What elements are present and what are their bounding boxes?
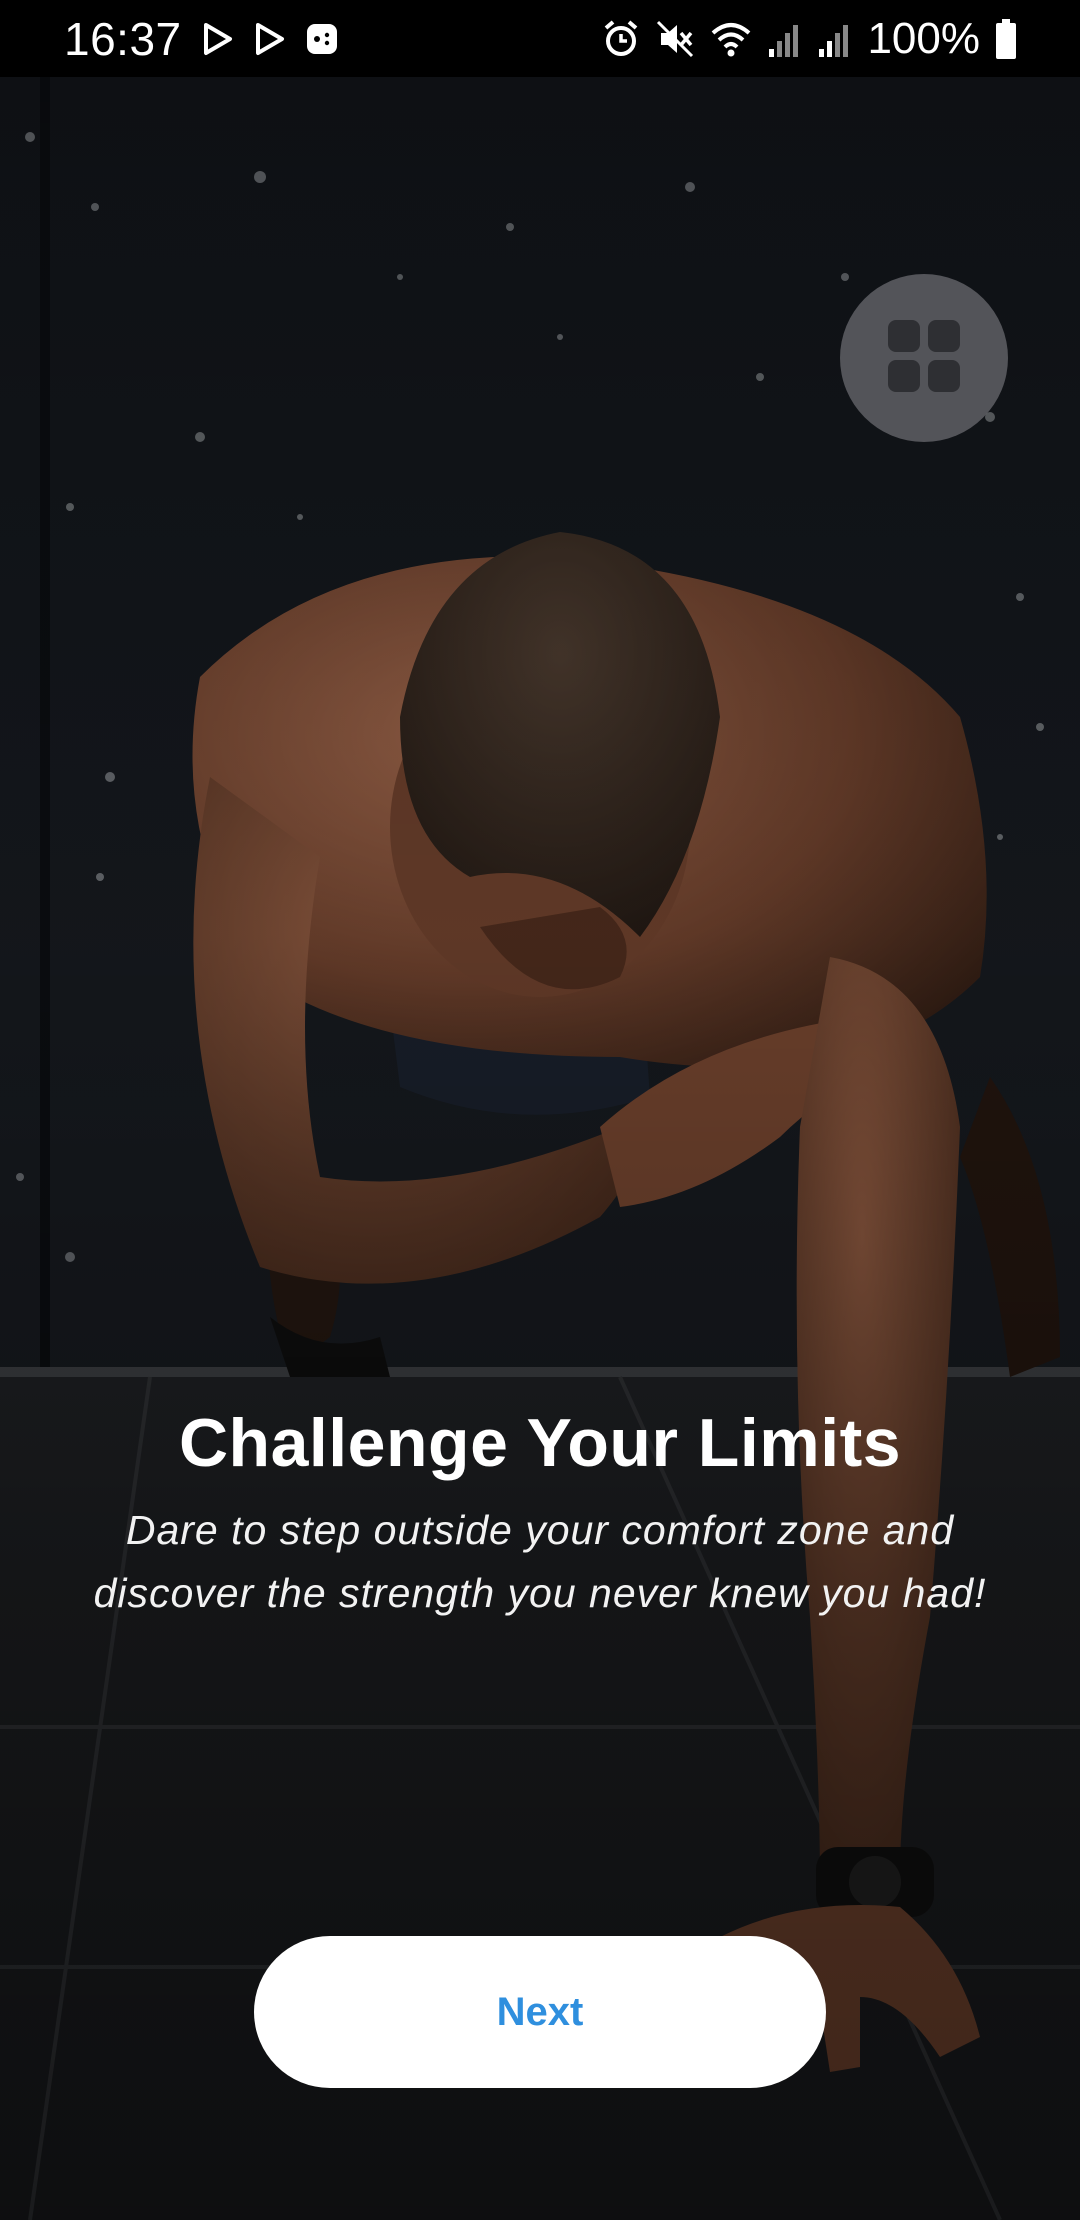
- next-button[interactable]: Next: [254, 1936, 826, 2088]
- status-bar-left: 16:37: [64, 0, 340, 77]
- onboarding-title: Challenge Your Limits: [178, 1405, 902, 1481]
- menu-grid-button[interactable]: [840, 274, 1008, 442]
- wifi-icon: [709, 19, 753, 59]
- play-store-icon: [252, 22, 286, 56]
- status-time: 16:37: [64, 12, 182, 65]
- battery-icon: [994, 18, 1018, 60]
- signal-icon: [817, 19, 853, 59]
- onboarding-content: Challenge Your Limits Dare to step outsi…: [0, 1395, 1080, 1625]
- play-store-icon: [200, 22, 234, 56]
- grid-icon: [886, 318, 962, 399]
- battery-percent: 100%: [867, 13, 980, 63]
- onboarding-screen: 16:37 100% Challenge Your Limits Dare to…: [0, 0, 1080, 2220]
- onboarding-subtitle: Dare to step outside your comfort zone a…: [60, 1499, 1020, 1625]
- signal-icon: [767, 19, 803, 59]
- onboarding-subtitle-line1: Dare to step outside your comfort zone a…: [125, 1507, 955, 1553]
- alarm-icon: [601, 19, 641, 59]
- next-button-label: Next: [496, 1989, 584, 2034]
- game-controller-icon: [304, 21, 340, 57]
- onboarding-subtitle-line2: discover the strength you never knew you…: [93, 1570, 987, 1616]
- mute-icon: [655, 19, 695, 59]
- status-bar: 16:37 100%: [0, 0, 1080, 77]
- status-bar-right: 100%: [601, 0, 1018, 77]
